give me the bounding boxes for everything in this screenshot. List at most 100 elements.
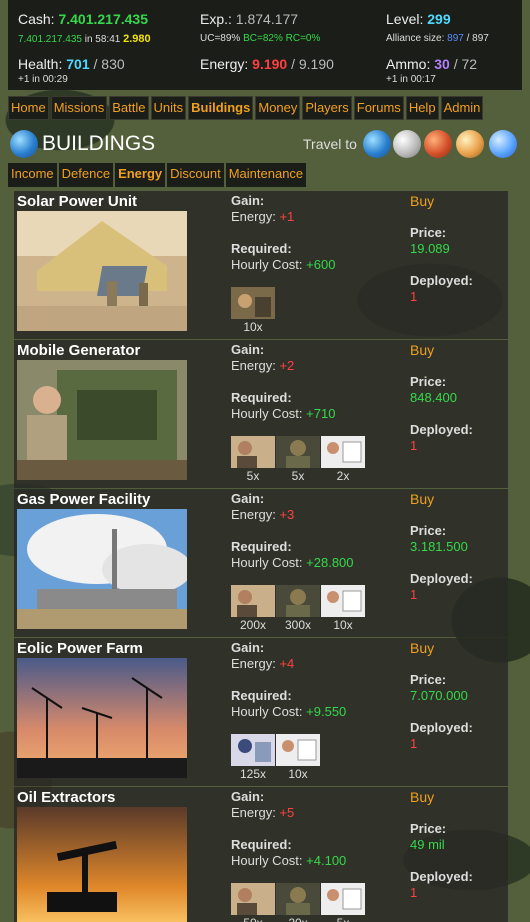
exp-value: 1.874.177 — [235, 11, 299, 27]
nav-home[interactable]: Home — [8, 96, 49, 120]
building-photo — [17, 807, 187, 922]
required-unit[interactable]: 10x — [276, 734, 320, 781]
building-photo — [17, 360, 187, 480]
nav-players[interactable]: Players — [302, 96, 352, 120]
required-unit[interactable]: 2x — [321, 436, 365, 483]
tab-discount[interactable]: Discount — [167, 163, 224, 187]
unit-thumbnail — [276, 734, 320, 766]
buy-button[interactable]: Buy — [410, 193, 434, 209]
building-card: Mobile Generator Gain: Energy: +2 Requir… — [14, 340, 508, 488]
page-header: BUILDINGS Travel to — [8, 126, 522, 162]
unit-thumbnail — [276, 585, 320, 617]
nav-missions[interactable]: Missions — [50, 96, 108, 120]
travel-earth-icon[interactable] — [363, 130, 391, 158]
unit-thumbnail — [231, 734, 275, 766]
travel-moon-icon[interactable] — [393, 130, 421, 158]
required-unit[interactable]: 10x — [231, 287, 275, 334]
travel-venus-icon[interactable] — [456, 130, 484, 158]
price-value: 848.400 — [410, 390, 457, 405]
building-card: Gas Power Facility Gain: Energy: +3 Requ… — [14, 489, 508, 637]
required-unit[interactable]: 20x — [276, 883, 320, 922]
tab-maintenance[interactable]: Maintenance — [225, 163, 307, 187]
travel-label: Travel to — [303, 136, 357, 152]
building-name: Mobile Generator — [17, 342, 141, 359]
required-units: 10x — [231, 287, 276, 334]
hourly-cost: +9.550 — [306, 704, 347, 719]
buy-button[interactable]: Buy — [410, 491, 434, 507]
unit-thumbnail — [321, 436, 365, 468]
price-value: 49 mil — [410, 837, 445, 852]
required-units: 200x 300x 10x — [231, 585, 366, 632]
unit-thumbnail — [231, 436, 275, 468]
energy-gain: +5 — [279, 805, 295, 820]
hourly-cost: +710 — [306, 406, 336, 421]
travel-mars-icon[interactable] — [424, 130, 452, 158]
alliance-size[interactable]: Alliance size: 897 / 897 — [386, 33, 489, 44]
ammo-value: 30 — [434, 56, 450, 72]
level-value: 299 — [427, 11, 451, 27]
unit-thumbnail — [231, 585, 275, 617]
cash-value: 7.401.217.435 — [58, 11, 148, 27]
hourly-cost: +600 — [306, 257, 336, 272]
cash-stat: Cash: 7.401.217.435 — [18, 11, 148, 27]
health-regen: +1 in 00:29 — [18, 74, 68, 85]
building-photo — [17, 658, 187, 778]
nav-money[interactable]: Money — [255, 96, 301, 120]
energy-gain: +2 — [279, 358, 295, 373]
price-value: 3.181.500 — [410, 539, 468, 554]
building-name: Solar Power Unit — [17, 193, 138, 210]
building-photo — [17, 509, 187, 629]
unit-thumbnail — [321, 883, 365, 915]
building-name: Oil Extractors — [17, 789, 116, 806]
ammo-regen: +1 in 00:17 — [386, 74, 436, 85]
earth-icon — [10, 130, 38, 158]
energy-stat: Energy: 9.190 / 9.190 — [200, 56, 334, 72]
tab-income[interactable]: Income — [8, 163, 57, 187]
building-card: Solar Power Unit Gain: Energy: +1 Requir… — [14, 191, 508, 339]
buy-button[interactable]: Buy — [410, 789, 434, 805]
energy-gain: +1 — [279, 209, 295, 224]
building-photo — [17, 211, 187, 331]
nav-admin[interactable]: Admin — [440, 96, 484, 120]
required-unit[interactable]: 200x — [231, 585, 275, 632]
unit-thumbnail — [231, 883, 275, 915]
page-title: BUILDINGS — [42, 132, 156, 155]
buy-button[interactable]: Buy — [410, 342, 434, 358]
deployed-count: 1 — [410, 885, 418, 900]
health-value: 701 — [66, 56, 90, 72]
required-units: 125x 10x — [231, 734, 321, 781]
tab-defence[interactable]: Defence — [58, 163, 114, 187]
unit-thumbnail — [321, 585, 365, 617]
required-unit[interactable]: 5x — [231, 436, 275, 483]
hourly-cost: +28.800 — [306, 555, 354, 570]
required-unit[interactable]: 300x — [276, 585, 320, 632]
unit-thumbnail — [231, 287, 275, 319]
required-units: 50x 20x 5x — [231, 883, 366, 922]
cash-income: 7.401.217.435 in 58:41 2.980 — [18, 33, 151, 45]
tab-energy[interactable]: Energy — [115, 163, 166, 187]
nav-units[interactable]: Units — [150, 96, 187, 120]
level-stat: Level: 299 — [386, 11, 451, 27]
price-value: 19.089 — [410, 241, 450, 256]
hourly-cost: +4.100 — [306, 853, 347, 868]
required-unit[interactable]: 5x — [321, 883, 365, 922]
required-units: 5x 5x 2x — [231, 436, 366, 483]
building-card: Eolic Power Farm Gain: Energy: +4 Requir… — [14, 638, 508, 786]
nav-forums[interactable]: Forums — [353, 96, 404, 120]
building-name: Eolic Power Farm — [17, 640, 143, 657]
nav-buildings[interactable]: Buildings — [188, 96, 254, 120]
required-unit[interactable]: 50x — [231, 883, 275, 922]
travel-neptune-icon[interactable] — [489, 130, 517, 158]
ammo-stat: Ammo: 30 / 72 — [386, 56, 478, 72]
required-unit[interactable]: 125x — [231, 734, 275, 781]
deployed-count: 1 — [410, 289, 418, 304]
unit-thumbnail — [276, 883, 320, 915]
nav-battle[interactable]: Battle — [109, 96, 149, 120]
building-category-tabs: Income Defence Energy Discount Maintenan… — [8, 163, 308, 187]
nav-help[interactable]: Help — [405, 96, 439, 120]
main-nav: Home Missions Battle Units Buildings Mon… — [8, 96, 485, 120]
buy-button[interactable]: Buy — [410, 640, 434, 656]
required-unit[interactable]: 5x — [276, 436, 320, 483]
required-unit[interactable]: 10x — [321, 585, 365, 632]
price-value: 7.070.000 — [410, 688, 468, 703]
